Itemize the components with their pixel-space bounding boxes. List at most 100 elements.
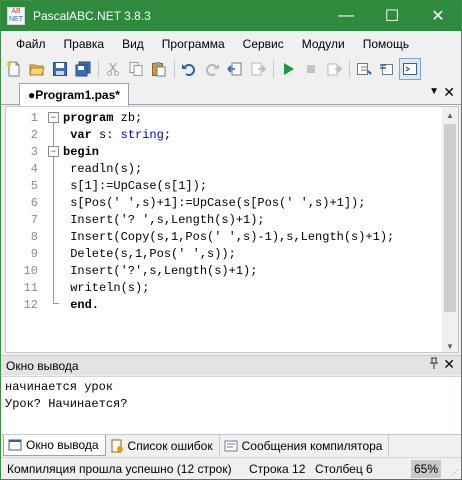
console-toggle-button[interactable] [399, 58, 421, 80]
editor-vertical-scrollbar[interactable]: ▲ ▼ [442, 107, 458, 352]
fold-toggle-icon[interactable]: − [48, 112, 59, 123]
scroll-thumb[interactable] [444, 124, 456, 312]
keyword-token: begin [63, 145, 100, 159]
code-line[interactable]: Insert('?',s,Length(s)+1); [63, 263, 394, 280]
code-editor[interactable]: 1 2 3 4 5 6 7 8 9 10 11 12 − − program zb; var s: s… [5, 106, 459, 353]
code-line[interactable]: Insert('? ',s,Length(s)+1); [63, 212, 394, 229]
line-number: 1 [30, 111, 38, 125]
type-token: string [120, 128, 164, 142]
menu-modules[interactable]: Модули [293, 31, 354, 57]
menu-edit[interactable]: Правка [55, 31, 114, 57]
logo-text-bottom: NET [9, 16, 23, 23]
cut-button[interactable] [102, 58, 124, 80]
tab-list-dropdown-icon[interactable]: ▼ [429, 86, 439, 97]
scissors-icon [107, 62, 119, 76]
output-pane-header: Окно вывода ✕ [1, 355, 461, 375]
navigate-back-button[interactable] [224, 58, 246, 80]
stop-icon [307, 65, 315, 73]
code-line[interactable]: writeln(s); [63, 280, 394, 297]
code-line[interactable]: readln(s); [63, 161, 394, 178]
code-token: s[1]:=UpCase(s[1]); [63, 179, 208, 193]
ide-window: AB NET PascalABC.NET 3.8.3 — ☐ ✕ Файл Пр… [0, 0, 462, 480]
code-line[interactable]: begin [63, 144, 394, 161]
code-token: Insert(Copy(s,1,Pos(' ',s)-1),s,Length(s… [63, 230, 395, 244]
save-all-icon [75, 61, 91, 77]
new-file-button[interactable] [3, 58, 25, 80]
output-window-icon [8, 439, 22, 451]
tab-output-window[interactable]: Окно вывода [3, 435, 106, 456]
close-button[interactable]: ✕ [415, 1, 461, 31]
debug-into-icon [357, 63, 372, 75]
navigate-forward-icon [251, 62, 266, 76]
error-list-icon [111, 439, 123, 452]
code-line[interactable]: s[Pos(' ',s)+1]:=UpCase(s[Pos(' ',s)+1])… [63, 195, 394, 212]
menu-program[interactable]: Программа [153, 31, 234, 57]
tab-error-list[interactable]: Список ошибок [106, 435, 220, 456]
menu-service[interactable]: Сервис [234, 31, 293, 57]
output-close-icon[interactable]: ✕ [443, 356, 455, 373]
fold-toggle-icon[interactable]: − [48, 146, 59, 157]
zoom-level[interactable]: 65% [411, 460, 441, 478]
line-number: 12 [23, 298, 38, 312]
code-line[interactable]: program zb; [63, 110, 394, 127]
play-icon [284, 63, 294, 75]
logo-text-top: AB [11, 8, 21, 15]
code-token: Insert('? ',s,Length(s)+1); [63, 213, 265, 227]
stop-button[interactable] [300, 58, 322, 80]
pin-icon[interactable] [429, 357, 439, 372]
editor-tab-strip: ●Program1.pas* ▼ ✕ [1, 81, 461, 106]
compiler-messages-icon [224, 440, 238, 451]
debug-step-button[interactable] [323, 58, 345, 80]
line-number: 6 [30, 196, 38, 210]
status-column: Столбец 6 [315, 462, 373, 476]
scroll-down-icon[interactable]: ▼ [442, 338, 458, 352]
code-line[interactable]: var s: string; [63, 127, 394, 144]
navigate-back-icon [227, 62, 242, 76]
keyword-token: program [63, 111, 114, 125]
line-number: 5 [30, 179, 38, 193]
code-line[interactable]: end. [63, 297, 394, 314]
keyword-token: var [63, 128, 92, 142]
tab-program1[interactable]: ●Program1.pas* [19, 83, 129, 106]
code-line[interactable]: s[1]:=UpCase(s[1]); [63, 178, 394, 195]
scroll-up-icon[interactable]: ▲ [442, 107, 458, 123]
line-number: 7 [30, 213, 38, 227]
line-number: 9 [30, 247, 38, 261]
maximize-button[interactable]: ☐ [369, 1, 415, 31]
output-text[interactable]: начинается урок Урок? Начинается? [1, 376, 461, 434]
open-button[interactable] [26, 58, 48, 80]
navigate-forward-button[interactable] [247, 58, 269, 80]
resize-grip-icon[interactable]: ⋰ [451, 468, 459, 477]
line-number: 11 [23, 281, 38, 295]
line-number: 10 [23, 264, 38, 278]
menu-help[interactable]: Помощь [354, 31, 418, 57]
app-logo-icon: AB NET [7, 7, 25, 25]
paste-button[interactable] [148, 58, 170, 80]
save-all-button[interactable] [72, 58, 94, 80]
status-row: Строка 12 [249, 462, 306, 476]
debug-over-button[interactable] [376, 58, 398, 80]
debug-into-button[interactable] [353, 58, 375, 80]
code-line[interactable]: Insert(Copy(s,1,Pos(' ',s)-1),s,Length(s… [63, 229, 394, 246]
save-button[interactable] [49, 58, 71, 80]
menu-view[interactable]: Вид [113, 31, 153, 57]
status-bar: Компиляция прошла успешно (12 строк) Стр… [1, 457, 461, 479]
undo-icon [182, 64, 195, 76]
redo-button[interactable] [201, 58, 223, 80]
tab-close-icon[interactable]: ✕ [443, 84, 455, 101]
title-bar[interactable]: AB NET PascalABC.NET 3.8.3 — ☐ ✕ [1, 1, 461, 31]
undo-button[interactable] [178, 58, 200, 80]
tab-error-list-label: Список ошибок [127, 438, 213, 453]
code-token: s[Pos(' ',s)+1]:=UpCase(s[Pos(' ',s)+1])… [63, 196, 366, 210]
menu-file[interactable]: Файл [7, 31, 55, 57]
minimize-button[interactable]: — [323, 1, 369, 31]
line-number: 2 [30, 128, 38, 142]
copy-button[interactable] [125, 58, 147, 80]
code-token: Insert('?',s,Length(s)+1); [63, 264, 258, 278]
menu-bar: Файл Правка Вид Программа Сервис Модули … [1, 31, 461, 57]
bottom-tab-strip: Окно вывода Список ошибок Сообщения комп… [1, 434, 461, 456]
code-line[interactable]: Delete(s,1,Pos(' ',s)); [63, 246, 394, 263]
console-icon [403, 63, 417, 75]
run-button[interactable] [277, 58, 299, 80]
tab-compiler-messages[interactable]: Сообщения компилятора [220, 435, 390, 456]
